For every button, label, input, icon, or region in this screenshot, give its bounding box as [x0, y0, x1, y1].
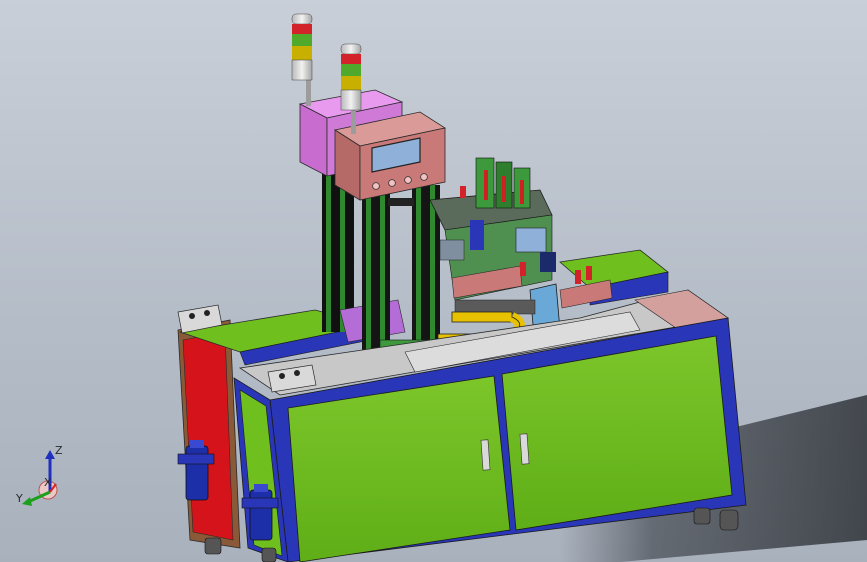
rear-column — [322, 172, 354, 332]
left-side-body — [177, 319, 241, 549]
console-button — [372, 182, 380, 190]
stack-light-rear — [291, 13, 313, 106]
cad-viewport[interactable] — [0, 0, 867, 562]
triad-y-label: Y — [16, 492, 23, 505]
mechanism-assembly — [429, 157, 613, 337]
left-door — [287, 375, 511, 562]
orientation-triad: Z Y X — [16, 444, 63, 506]
console-button — [420, 173, 428, 181]
console-button — [404, 176, 412, 184]
triad-z-label: Z — [55, 444, 63, 457]
triad-x-label: X — [44, 476, 52, 489]
console-button — [388, 179, 396, 187]
